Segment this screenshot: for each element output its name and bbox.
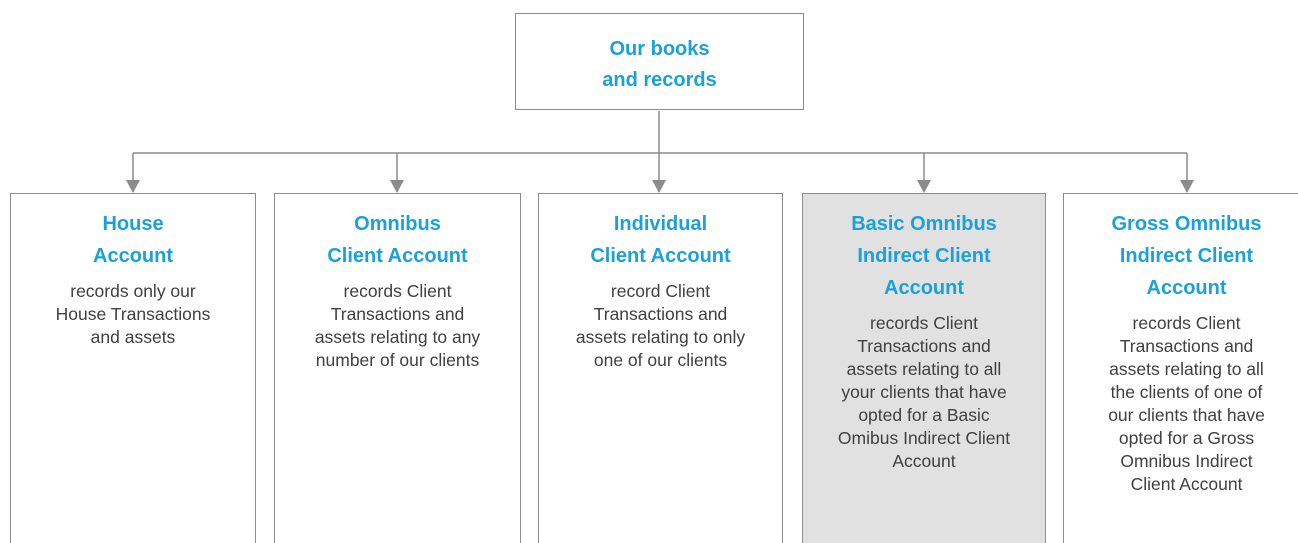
- root-node: Our books and records: [515, 13, 804, 110]
- node-individual-client-account: Individual Client Account record Client …: [538, 193, 783, 543]
- node-gross-omnibus-indirect-client-account: Gross Omnibus Indirect Client Account re…: [1063, 193, 1298, 543]
- arrowhead-2: [652, 180, 666, 193]
- node-description: records Client Transactions and assets r…: [314, 281, 481, 370]
- node-title: House Account: [93, 213, 173, 267]
- node-title: Basic Omnibus Indirect Client Account: [851, 213, 997, 299]
- arrowhead-4: [1180, 180, 1194, 193]
- node-omnibus-client-account: Omnibus Client Account records Client Tr…: [274, 193, 521, 543]
- node-description: records only our House Transactions and …: [55, 281, 211, 347]
- arrowhead-0: [126, 180, 140, 193]
- root-node-title: Our books and records: [602, 38, 717, 91]
- node-description: records Client Transactions and assets r…: [1108, 313, 1265, 494]
- node-title: Gross Omnibus Indirect Client Account: [1111, 213, 1262, 299]
- node-title: Omnibus Client Account: [327, 213, 468, 267]
- node-description: records Client Transactions and assets r…: [837, 313, 1011, 471]
- arrowhead-3: [917, 180, 931, 193]
- node-title: Individual Client Account: [590, 213, 731, 267]
- arrowhead-1: [390, 180, 404, 193]
- diagram-canvas: Our books and records House Account reco…: [0, 0, 1298, 543]
- node-description: record Client Transactions and assets re…: [575, 281, 746, 370]
- node-house-account: House Account records only our House Tra…: [10, 193, 256, 543]
- node-basic-omnibus-indirect-client-account: Basic Omnibus Indirect Client Account re…: [802, 193, 1046, 543]
